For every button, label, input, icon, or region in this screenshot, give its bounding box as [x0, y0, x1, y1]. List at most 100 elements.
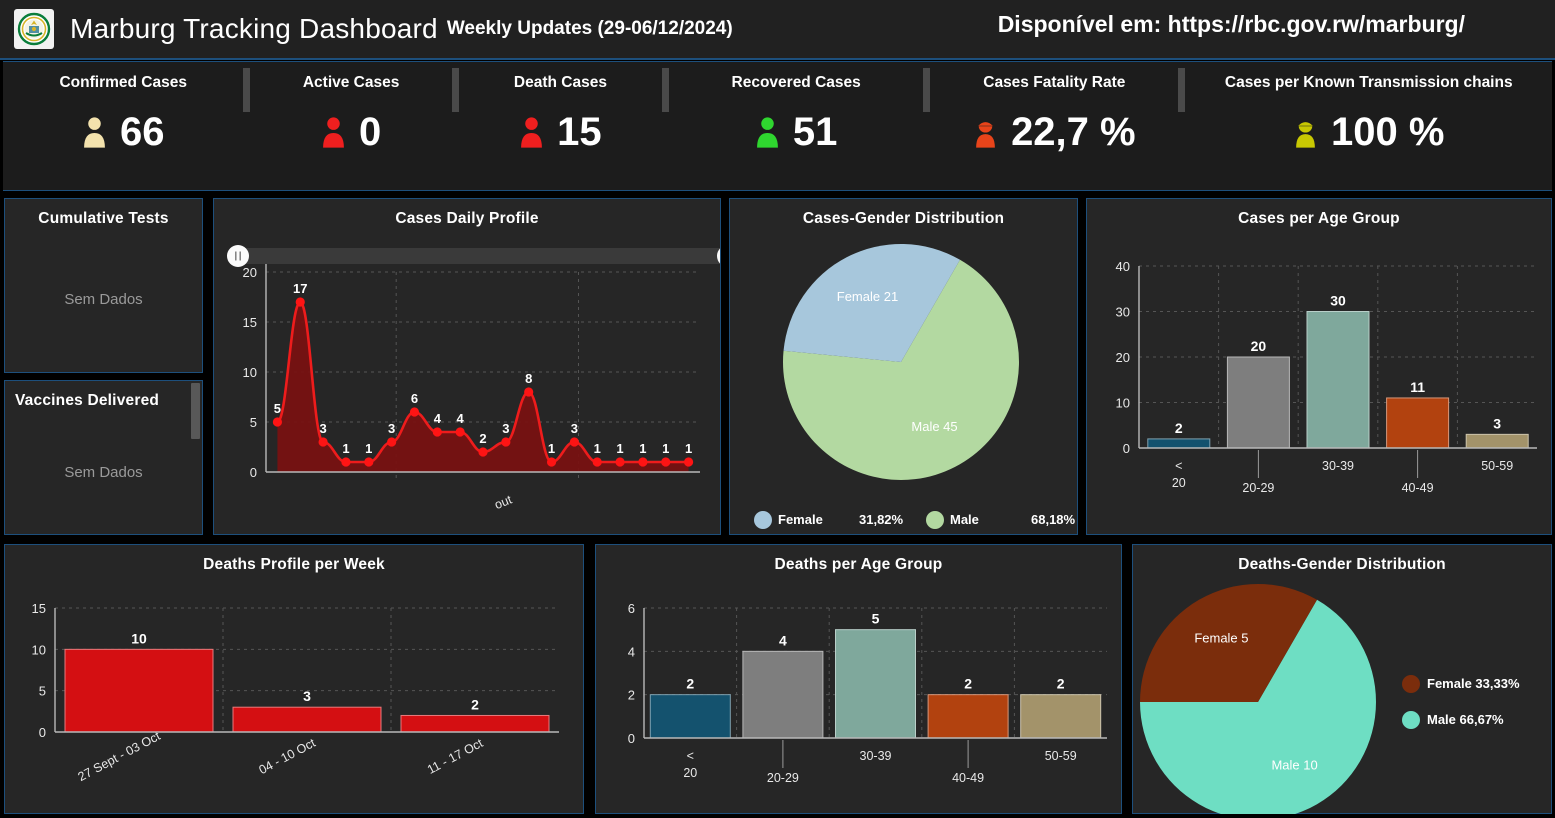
bar[interactable]: 3: [1465, 415, 1529, 449]
panel-cases-gender-distribution: Cases-Gender Distribution Male 45 Female …: [729, 198, 1078, 535]
svg-text:20: 20: [1116, 350, 1130, 365]
legend-item[interactable]: Female 33,33%: [1402, 675, 1520, 693]
bar[interactable]: 2: [649, 676, 731, 739]
kpi-separator: [923, 68, 931, 112]
kpi-label: Recovered Cases: [731, 74, 861, 91]
person-icon: [521, 117, 543, 148]
kpi-separator: [451, 68, 459, 112]
panel-cases-daily-profile: Cases Daily Profile 0 5 10 15 20 5 17 3 1 1 3 6 4 4 2 3…: [213, 198, 721, 535]
kpi-value: 15: [557, 110, 602, 154]
svg-text:1: 1: [616, 441, 623, 456]
svg-text:3: 3: [388, 421, 395, 436]
bar[interactable]: 4: [742, 632, 824, 739]
svg-text:Male 45: Male 45: [911, 419, 957, 434]
svg-text:8: 8: [525, 371, 532, 386]
svg-text:50-59: 50-59: [1045, 749, 1077, 763]
svg-text:5: 5: [274, 401, 281, 416]
svg-text:1: 1: [548, 441, 555, 456]
bar[interactable]: 20: [1226, 338, 1290, 449]
bar[interactable]: 30: [1306, 293, 1370, 449]
legend-item[interactable]: Male 68,18%: [926, 511, 1076, 529]
svg-text:1: 1: [594, 441, 601, 456]
kpi-value: 100 %: [1331, 110, 1445, 154]
kpi-card-cases-fatality-rate: Cases Fatality Rate 22,7 %: [930, 62, 1178, 190]
legend-item[interactable]: Male 66,67%: [1402, 711, 1504, 729]
deaths-week-title: Deaths Profile per Week: [203, 556, 385, 573]
svg-text:30-39: 30-39: [1322, 459, 1354, 473]
svg-text:0: 0: [628, 731, 635, 746]
deaths-gender-pie-chart[interactable]: Male 10 Female 5 Female 33,33% Male 66,67%: [1133, 574, 1551, 814]
dashboard-header: Marburg Tracking Dashboard Weekly Update…: [0, 0, 1555, 60]
svg-text:1: 1: [365, 441, 372, 456]
svg-text:10: 10: [243, 365, 257, 380]
person-hat-icon: [1296, 122, 1315, 148]
vaccines-delivered-title: Vaccines Delivered: [15, 392, 160, 409]
kpi-value: 66: [119, 110, 165, 154]
svg-text:2: 2: [628, 688, 635, 703]
deaths-profile-per-week-chart[interactable]: 0 5 10 15 10 27 Sept - 03 Oct 3 04 - 10 Oct 2 11 …: [5, 580, 583, 818]
bar[interactable]: 2: [1020, 676, 1102, 739]
svg-text:3: 3: [571, 421, 578, 436]
svg-text:15: 15: [243, 315, 257, 330]
bar[interactable]: 2: [1147, 420, 1211, 449]
person-icon: [323, 117, 344, 148]
kpi-value-row: 51: [755, 110, 838, 154]
svg-text:Female: Female: [778, 512, 823, 527]
kpi-value: 0: [358, 110, 382, 154]
kpi-separator: [1178, 68, 1186, 112]
svg-text:Female 21: Female 21: [837, 289, 898, 304]
svg-text:40-49: 40-49: [952, 771, 984, 785]
bar[interactable]: 2: [927, 676, 1009, 739]
svg-text:4: 4: [628, 644, 635, 659]
page-title: Marburg Tracking Dashboard: [70, 13, 438, 44]
kpi-separator: [662, 68, 670, 112]
kpi-value: 51: [792, 110, 838, 154]
kpi-label: Cases Fatality Rate: [983, 74, 1126, 91]
bar[interactable]: 5: [835, 611, 916, 739]
cases-age-title: Cases per Age Group: [1238, 210, 1400, 227]
svg-text:Male 66,67%: Male 66,67%: [1427, 712, 1504, 727]
svg-text:40-49: 40-49: [1402, 481, 1434, 495]
panel-deaths-gender-distribution: Deaths-Gender Distribution Male 10 Female…: [1132, 544, 1552, 814]
panel-scrollbar[interactable]: [191, 383, 200, 439]
svg-text:6: 6: [628, 601, 635, 616]
cases-gender-pie-chart[interactable]: Male 45 Female 21 Female 31,82% Male 68,18%: [730, 230, 1077, 538]
svg-text:1: 1: [639, 441, 646, 456]
dashboard-root: Marburg Tracking Dashboard Weekly Update…: [0, 0, 1555, 814]
person-icon: [756, 117, 778, 148]
panel-vaccines-delivered: Vaccines Delivered Sem Dados: [4, 380, 203, 535]
cases-daily-profile-chart[interactable]: 0 5 10 15 20 5 17 3 1 1 3 6 4 4 2 3 8 1 3 1 1 1 1 1 out: [214, 234, 720, 534]
svg-text:Female 33,33%: Female 33,33%: [1427, 676, 1520, 691]
rwanda-coat-of-arms-icon: [14, 9, 54, 49]
panel-deaths-per-age-group: Deaths per Age Group 0 2 4 6 2 <20 4 20-29 5 30-3…: [595, 544, 1122, 814]
bar[interactable]: 10: [64, 630, 214, 733]
person-hat-icon: [976, 122, 995, 148]
bar[interactable]: 3: [232, 688, 382, 733]
deaths-age-title: Deaths per Age Group: [774, 556, 943, 573]
svg-text:1: 1: [685, 441, 692, 456]
svg-text:out: out: [493, 492, 515, 512]
cases-per-age-group-chart[interactable]: 0 10 20 30 40 2 <20 20 20-29 30 30-39 11 40-49 3 50-59: [1087, 234, 1551, 536]
bar[interactable]: 2: [400, 696, 550, 733]
kpi-strip: Confirmed Cases 66 Active Cases 0 Death Case…: [3, 61, 1552, 191]
svg-text:11 - 17 Oct: 11 - 17 Oct: [425, 736, 486, 777]
kpi-card-confirmed-cases: Confirmed Cases 66: [3, 62, 243, 190]
kpi-label: Active Cases: [302, 74, 400, 91]
svg-text:20: 20: [1172, 476, 1186, 490]
bar[interactable]: 11: [1386, 379, 1450, 449]
kpi-value: 22,7 %: [1011, 110, 1136, 154]
svg-text:0: 0: [39, 725, 46, 740]
legend-item[interactable]: Female 31,82%: [754, 511, 904, 529]
svg-text:20-29: 20-29: [767, 771, 799, 785]
svg-text:1: 1: [342, 441, 349, 456]
svg-text:4: 4: [779, 632, 787, 648]
cumulative-tests-title: Cumulative Tests: [38, 210, 169, 227]
kpi-card-recovered-cases: Recovered Cases 51: [669, 62, 923, 190]
svg-text:2: 2: [479, 431, 486, 446]
kpi-label: Cases per Known Transmission chains: [1224, 74, 1513, 91]
deaths-per-age-group-chart[interactable]: 0 2 4 6 2 <20 4 20-29 5 30-39 2 40-49 2 50-59: [596, 580, 1121, 818]
svg-text:5: 5: [250, 415, 257, 430]
kpi-card-death-cases: Death Cases 15: [459, 62, 662, 190]
kpi-value-row: 0: [321, 112, 381, 152]
svg-text:30-39: 30-39: [860, 749, 892, 763]
